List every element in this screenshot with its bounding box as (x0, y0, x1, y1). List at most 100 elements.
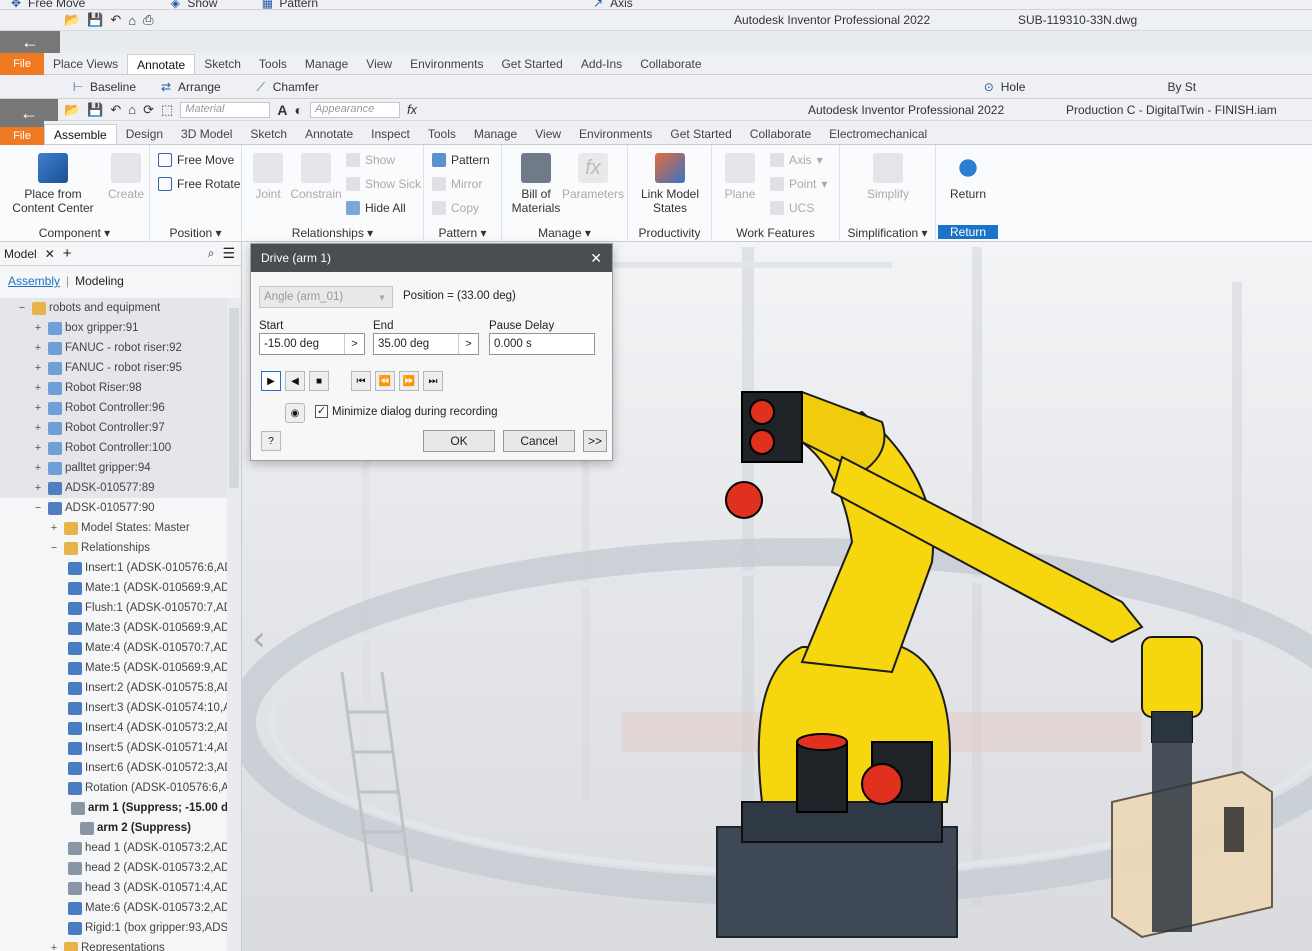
tab-inspect[interactable]: Inspect (362, 124, 419, 144)
record-button[interactable]: ◉ (285, 403, 305, 423)
tree-node[interactable]: Mate:6 (ADSK-010573:2,ADS (0, 898, 228, 918)
help-button[interactable]: ? (261, 431, 281, 451)
tree-node[interactable]: − ADSK-010577:90 (0, 498, 228, 518)
tree-node[interactable]: Rigid:1 (box gripper:93,ADSK (0, 918, 228, 938)
tab-view[interactable]: View (526, 124, 570, 144)
end-expand-icon[interactable]: > (458, 334, 478, 354)
stop-button[interactable]: ■ (309, 371, 329, 391)
minimize-checkbox[interactable]: ✓ (315, 405, 328, 418)
joint-button[interactable]: Joint (246, 153, 290, 201)
panel-title-pattern[interactable]: Pattern ▾ (424, 226, 501, 240)
add-tab-icon[interactable]: + (63, 245, 72, 262)
simplify-button[interactable]: Simplify (858, 153, 918, 201)
select-icon[interactable]: ⬚ (161, 102, 173, 118)
panel-title-component[interactable]: Component ▾ (0, 226, 149, 240)
point-button[interactable]: Point ▾ (770, 177, 827, 191)
tree-node[interactable]: − Relationships (0, 538, 228, 558)
expand-toggle-icon[interactable]: − (16, 302, 28, 314)
free-rotate-button[interactable]: Free Rotate (158, 177, 240, 191)
panel-title-position[interactable]: Position ▾ (150, 226, 241, 240)
expand-toggle-icon[interactable]: + (32, 422, 44, 434)
expand-toggle-icon[interactable]: − (48, 542, 60, 554)
bg-back-button[interactable]: ← (0, 31, 60, 53)
tree-node[interactable]: + box gripper:91 (0, 318, 228, 338)
expand-toggle-icon[interactable]: + (48, 522, 60, 534)
expand-toggle-icon[interactable]: + (48, 942, 60, 951)
start-field[interactable]: -15.00 deg > (259, 333, 365, 355)
parameters-button[interactable]: fx Parameters (560, 153, 626, 201)
expand-toggle-icon[interactable]: + (32, 462, 44, 474)
plane-button[interactable]: Plane (718, 153, 762, 201)
material-combo[interactable]: Material (180, 101, 271, 118)
tree-node[interactable]: + palltet gripper:94 (0, 458, 228, 478)
undo-icon[interactable]: ↶ (110, 102, 121, 118)
tree-node[interactable]: head 2 (ADSK-010573:2,ADS (0, 858, 228, 878)
panel-title-relationships[interactable]: Relationships ▾ (242, 226, 423, 240)
ok-button[interactable]: OK (423, 430, 495, 452)
tree-node[interactable]: Flush:1 (ADSK-010570:7,ADS (0, 598, 228, 618)
free-move-button[interactable]: Free Move (158, 153, 234, 167)
show-sick-button[interactable]: Show Sick (346, 177, 421, 191)
tree-node[interactable]: Insert:4 (ADSK-010573:2,AD (0, 718, 228, 738)
tree-node[interactable]: + Robot Controller:100 (0, 438, 228, 458)
pause-delay-field[interactable]: 0.000 s (489, 333, 595, 355)
link-model-states-button[interactable]: Link Model States (634, 153, 706, 215)
constrain-button[interactable]: Constrain (286, 153, 346, 201)
create-button[interactable]: Create (104, 153, 148, 201)
panel-title-simplification[interactable]: Simplification ▾ (840, 226, 935, 240)
tab-manage[interactable]: Manage (465, 124, 526, 144)
search-icon[interactable]: ⌕ (208, 246, 215, 261)
step-back-button[interactable]: ⏪ (375, 371, 395, 391)
tree-node[interactable]: + Robot Controller:97 (0, 418, 228, 438)
tree-node[interactable]: Insert:2 (ADSK-010575:8,AD (0, 678, 228, 698)
tree-node[interactable]: Mate:1 (ADSK-010569:9,ADS (0, 578, 228, 598)
tab-assemble[interactable]: Assemble (44, 124, 117, 144)
place-from-content-center-button[interactable]: Place from Content Center (8, 153, 98, 215)
tab-modeling[interactable]: Modeling (75, 274, 124, 288)
home-icon[interactable]: ⌂ (128, 102, 136, 117)
minimize-checkbox-row[interactable]: ✓ Minimize dialog during recording (315, 405, 498, 418)
copy-button[interactable]: Copy (432, 201, 479, 215)
go-to-end-button[interactable]: ⏭ (423, 371, 443, 391)
expand-toggle-icon[interactable]: + (32, 382, 44, 394)
tab-3d-model[interactable]: 3D Model (172, 124, 241, 144)
expand-toggle-icon[interactable]: + (32, 442, 44, 454)
tab-design[interactable]: Design (117, 124, 172, 144)
tab-collaborate[interactable]: Collaborate (741, 124, 820, 144)
pattern-button[interactable]: Pattern (432, 153, 490, 167)
tree-node[interactable]: + FANUC - robot riser:92 (0, 338, 228, 358)
bill-of-materials-button[interactable]: Bill of Materials (508, 153, 564, 215)
tree-node[interactable]: + Representations (0, 938, 228, 951)
scrollbar-thumb[interactable] (229, 308, 239, 488)
open-icon[interactable]: 📂 (64, 102, 80, 118)
tree-node[interactable]: Mate:3 (ADSK-010569:9,ADS (0, 618, 228, 638)
tab-get-started[interactable]: Get Started (661, 124, 740, 144)
more-button[interactable]: >> (583, 430, 607, 452)
expand-toggle-icon[interactable]: + (32, 342, 44, 354)
nav-left-arrow-icon[interactable]: ‹ (252, 619, 266, 659)
play-reverse-button[interactable]: ◀ (285, 371, 305, 391)
tree-node[interactable]: Mate:4 (ADSK-010570:7,ADS (0, 638, 228, 658)
tree-node[interactable]: Rotation (ADSK-010576:6,AD (0, 778, 228, 798)
tab-assembly[interactable]: Assembly (8, 274, 60, 288)
return-button[interactable]: Return (942, 153, 994, 201)
tree-node[interactable]: Insert:3 (ADSK-010574:10,A (0, 698, 228, 718)
expand-toggle-icon[interactable]: + (32, 362, 44, 374)
tree-node[interactable]: Insert:1 (ADSK-010576:6,AD (0, 558, 228, 578)
go-to-start-button[interactable]: ⏮ (351, 371, 371, 391)
tab-electromechanical[interactable]: Electromechanical (820, 124, 936, 144)
tab-annotate[interactable]: Annotate (296, 124, 362, 144)
expand-toggle-icon[interactable]: + (32, 322, 44, 334)
tab-tools[interactable]: Tools (419, 124, 465, 144)
bg-file-button[interactable]: File (0, 53, 44, 75)
end-field[interactable]: 35.00 deg > (373, 333, 479, 355)
cancel-button[interactable]: Cancel (503, 430, 575, 452)
tree-node[interactable]: + ADSK-010577:89 (0, 478, 228, 498)
hide-all-button[interactable]: Hide All (346, 201, 406, 215)
start-expand-icon[interactable]: > (344, 334, 364, 354)
tree-node[interactable]: Mate:5 (ADSK-010569:9,ADS (0, 658, 228, 678)
axis-button[interactable]: Axis ▾ (770, 153, 823, 167)
play-forward-button[interactable]: ▶ (261, 371, 281, 391)
appearance-combo[interactable]: Appearance (309, 101, 400, 118)
dialog-close-icon[interactable]: ✕ (590, 250, 602, 267)
